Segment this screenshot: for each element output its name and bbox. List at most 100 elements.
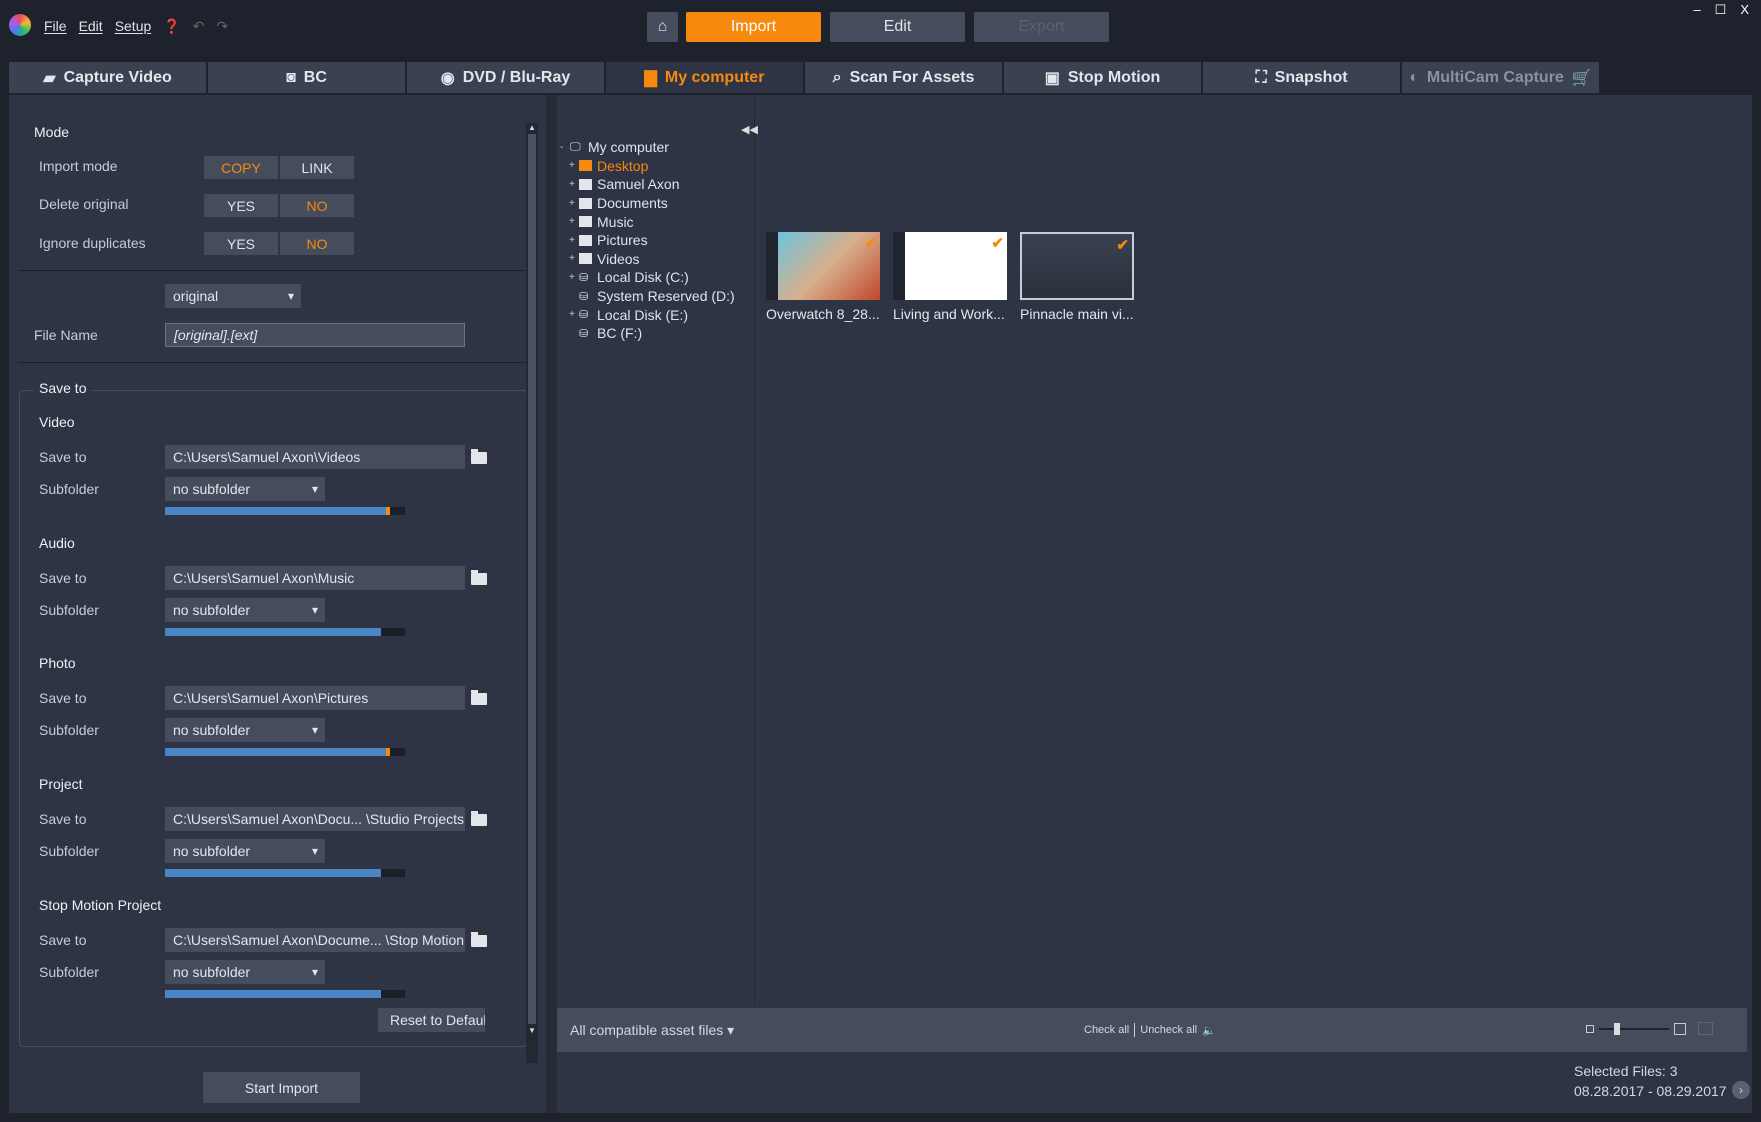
thumbnail-size-slider[interactable]: [1599, 1023, 1669, 1035]
expand-toggle[interactable]: +: [569, 160, 579, 171]
tree-item[interactable]: + Desktop: [560, 157, 735, 176]
tree-item[interactable]: + ⛁ Local Disk (C:): [560, 268, 735, 287]
subfolder-dropdown[interactable]: no subfolder: [165, 718, 325, 743]
home-button[interactable]: ⌂: [647, 12, 678, 42]
next-arrow-button[interactable]: ›: [1732, 1081, 1750, 1099]
save-path-input[interactable]: C:\Users\Samuel Axon\Docume... \Stop Mot…: [165, 927, 465, 952]
slider-handle[interactable]: [1613, 1023, 1620, 1035]
subfolder-value: no subfolder: [173, 481, 251, 497]
tree-item[interactable]: ⛁ BC (F:): [560, 324, 735, 343]
file-thumbnail[interactable]: ✔: [893, 232, 1007, 300]
delete-yes-button[interactable]: YES: [204, 194, 278, 217]
browse-folder-icon[interactable]: [471, 569, 487, 585]
subfolder-dropdown[interactable]: no subfolder: [165, 839, 325, 864]
browse-folder-icon[interactable]: [471, 449, 487, 464]
tab-snapshot[interactable]: ⛶ Snapshot: [1203, 62, 1400, 93]
file-thumbnail[interactable]: ✔: [1020, 232, 1134, 300]
minimize-icon[interactable]: –: [1693, 2, 1700, 18]
tree-item[interactable]: + Pictures: [560, 231, 735, 250]
tree-item[interactable]: ⛁ System Reserved (D:): [560, 287, 735, 306]
tab-bc[interactable]: ◙ BC: [208, 62, 405, 93]
file-name: Pinnacle main vi...: [1020, 306, 1134, 322]
snapshot-icon: ⛶: [1255, 68, 1267, 86]
file-filter-dropdown[interactable]: All compatible asset files ▾: [570, 1022, 734, 1039]
settings-scrollbar[interactable]: ▲ ▼: [526, 123, 538, 1063]
save-path-input[interactable]: C:\Users\Samuel Axon\Videos: [165, 445, 465, 469]
subfolder-label: Subfolder: [39, 481, 99, 497]
expand-toggle[interactable]: +: [569, 272, 579, 283]
tab-scan-for-assets[interactable]: ⌕ Scan For Assets: [805, 62, 1002, 93]
tree-item[interactable]: + Music: [560, 212, 735, 231]
folder-icon: [579, 234, 592, 246]
ignore-yes-button[interactable]: YES: [204, 232, 278, 255]
expand-toggle[interactable]: +: [569, 216, 579, 227]
tab-dvd-blu-ray[interactable]: ◉ DVD / Blu-Ray: [407, 62, 604, 93]
subfolder-dropdown[interactable]: no subfolder: [165, 477, 325, 501]
camcorder-icon: ▰: [43, 69, 56, 87]
expand-toggle[interactable]: +: [569, 235, 579, 246]
reset-to-default-button[interactable]: Reset to Default: [378, 1008, 485, 1032]
expand-toggle[interactable]: -: [560, 142, 570, 153]
redo-icon[interactable]: ↷: [216, 18, 228, 35]
browse-folder-icon[interactable]: [471, 811, 487, 827]
file-name: Living and Work...: [893, 306, 1005, 322]
tree-item[interactable]: + Samuel Axon: [560, 175, 735, 194]
ignore-no-button[interactable]: NO: [280, 232, 354, 255]
menu-file[interactable]: File: [44, 18, 67, 35]
naming-dropdown[interactable]: original: [165, 284, 301, 308]
menu-edit[interactable]: Edit: [79, 18, 103, 35]
subfolder-label: Subfolder: [39, 722, 99, 739]
save-path-input[interactable]: C:\Users\Samuel Axon\Pictures: [165, 686, 465, 711]
expand-toggle[interactable]: +: [569, 179, 579, 190]
checkmark-icon[interactable]: ✔: [991, 234, 1004, 252]
menu-setup[interactable]: Setup: [115, 18, 152, 35]
subfolder-dropdown[interactable]: no subfolder: [165, 597, 325, 622]
uncheck-all-link[interactable]: Uncheck all: [1140, 1024, 1197, 1036]
browse-folder-icon[interactable]: [471, 690, 487, 706]
save-path-input[interactable]: C:\Users\Samuel Axon\Music: [165, 565, 465, 590]
tab-label: Stop Motion: [1067, 68, 1161, 86]
check-all-link[interactable]: Check all: [1084, 1024, 1129, 1036]
expand-toggle[interactable]: +: [569, 198, 579, 209]
tab-my-computer[interactable]: ▇ My computer: [606, 62, 803, 93]
computer-icon: 🖵: [570, 140, 581, 153]
edit-button[interactable]: Edit: [830, 12, 965, 42]
undo-icon[interactable]: ↶: [193, 18, 205, 35]
file-thumbnail[interactable]: ✔: [766, 232, 880, 300]
link-button[interactable]: LINK: [280, 156, 354, 179]
tab-stop-motion[interactable]: ▣ Stop Motion: [1004, 62, 1201, 93]
copy-button[interactable]: COPY: [204, 156, 278, 179]
subfolder-label: Subfolder: [39, 843, 99, 860]
tab-multicam-capture[interactable]: ◐ MultiCam Capture 🛒: [1402, 62, 1599, 93]
expand-toggle[interactable]: +: [569, 253, 579, 264]
export-button[interactable]: Export: [974, 12, 1109, 42]
save-path-input[interactable]: C:\Users\Samuel Axon\Docu... \Studio Pro…: [165, 807, 465, 832]
maximize-icon[interactable]: ☐: [1715, 2, 1727, 18]
delete-no-button[interactable]: NO: [280, 194, 354, 217]
import-button[interactable]: Import: [686, 12, 821, 42]
checkmark-icon[interactable]: ✔: [864, 234, 877, 252]
expand-toggle[interactable]: +: [569, 309, 579, 320]
file-name-input[interactable]: [original].[ext]: [165, 323, 465, 347]
large-thumb-icon: [1674, 1023, 1686, 1035]
cart-icon[interactable]: 🛒: [1572, 68, 1592, 88]
speaker-icon[interactable]: 🔈: [1202, 1024, 1216, 1037]
collapse-tree-icon[interactable]: ◀◀: [741, 123, 758, 136]
help-icon[interactable]: ❓: [163, 18, 180, 35]
menu-bar: File Edit Setup ❓ ↶ ↷: [44, 18, 240, 35]
start-import-button[interactable]: Start Import: [203, 1072, 360, 1103]
tree-item[interactable]: + Videos: [560, 250, 735, 269]
search-icon: ⌕: [832, 68, 842, 86]
tree-item[interactable]: - 🖵 My computer: [560, 138, 735, 157]
checkmark-icon[interactable]: ✔: [1116, 236, 1129, 254]
tree-item[interactable]: + Documents: [560, 194, 735, 213]
fullscreen-icon[interactable]: [1698, 1022, 1713, 1035]
subfolder-dropdown[interactable]: no subfolder: [165, 959, 325, 984]
browse-folder-icon[interactable]: [471, 931, 487, 947]
close-icon[interactable]: X: [1740, 2, 1749, 18]
tab-label: MultiCam Capture: [1426, 68, 1564, 86]
tab-label: DVD / Blu-Ray: [462, 68, 571, 86]
tree-item[interactable]: + ⛁ Local Disk (E:): [560, 305, 735, 324]
tab-capture-video[interactable]: ▰ Capture Video: [9, 62, 206, 93]
tree-item-label: My computer: [588, 139, 669, 156]
